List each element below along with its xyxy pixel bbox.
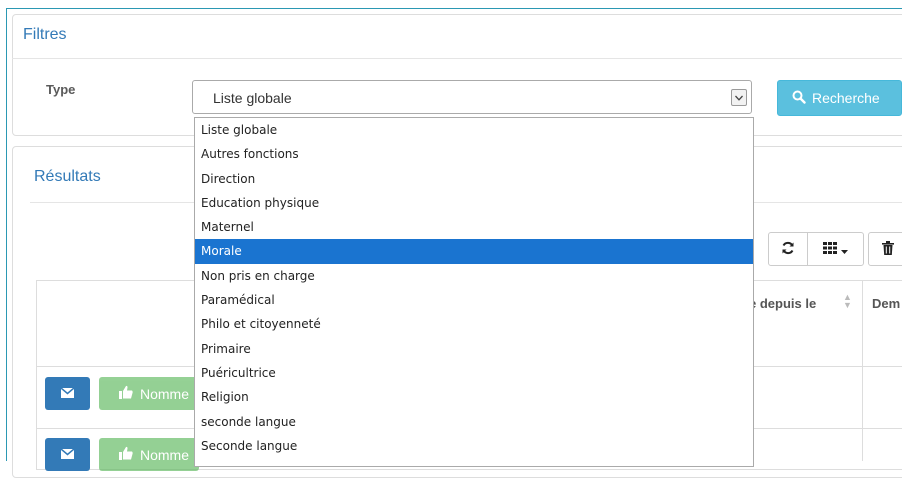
dropdown-option[interactable]: Education physique [195,191,753,215]
frame-left-border [0,0,7,461]
caret-down-icon [841,241,848,257]
thumbs-up-icon [119,385,133,402]
columns-button[interactable] [807,232,864,266]
type-select[interactable]: Liste globale [192,80,752,114]
type-label: Type [46,82,76,97]
table-column-divider [862,281,863,461]
dropdown-option[interactable]: Religion [195,385,753,409]
email-button[interactable] [45,438,90,471]
nommer-button[interactable]: Nomme [99,438,199,471]
dropdown-option[interactable]: Liste globale [195,118,753,142]
column-header-depuis[interactable]: e depuis le [749,296,816,311]
nommer-button-label: Nomme [140,385,190,402]
dropdown-option[interactable]: Paramédical [195,288,753,312]
delete-button[interactable] [868,232,902,266]
refresh-button[interactable] [768,232,808,266]
frame-top-border [6,0,902,9]
search-button[interactable]: Recherche [777,80,902,116]
results-title: Résultats [34,168,101,185]
search-icon [792,90,806,107]
dropdown-option[interactable]: Maternel [195,215,753,239]
trash-icon [882,240,894,258]
envelope-icon [60,385,75,403]
nommer-button[interactable]: Nomme [99,377,199,410]
chevron-down-icon[interactable] [731,89,747,106]
column-header-dem[interactable]: Dem [872,296,900,311]
email-button[interactable] [45,377,90,410]
filters-divider [12,58,902,59]
dropdown-option[interactable]: Autres fonctions [195,142,753,166]
dropdown-option[interactable]: Seconde langue [195,434,753,458]
refresh-icon [781,241,795,258]
type-dropdown-list[interactable]: Liste globale Autres fonctions Direction Ed… [194,117,754,467]
dropdown-option[interactable]: Non pris en charge [195,264,753,288]
nommer-button-label: Nomme [140,446,190,463]
dropdown-option[interactable]: Philo et citoyenneté [195,312,753,336]
dropdown-option[interactable]: Morale [195,239,753,264]
grid-icon [823,241,837,257]
thumbs-up-icon [119,446,133,463]
dropdown-option[interactable]: Direction [195,167,753,191]
filters-title: Filtres [23,26,67,43]
dropdown-option[interactable]: Primaire [195,337,753,361]
sort-icon[interactable]: ▲ ▼ [843,293,852,310]
search-button-label: Recherche [812,90,880,106]
dropdown-option[interactable]: seconde langue [195,410,753,434]
dropdown-option[interactable]: Puéricultrice [195,361,753,385]
type-select-value: Liste globale [213,90,292,106]
